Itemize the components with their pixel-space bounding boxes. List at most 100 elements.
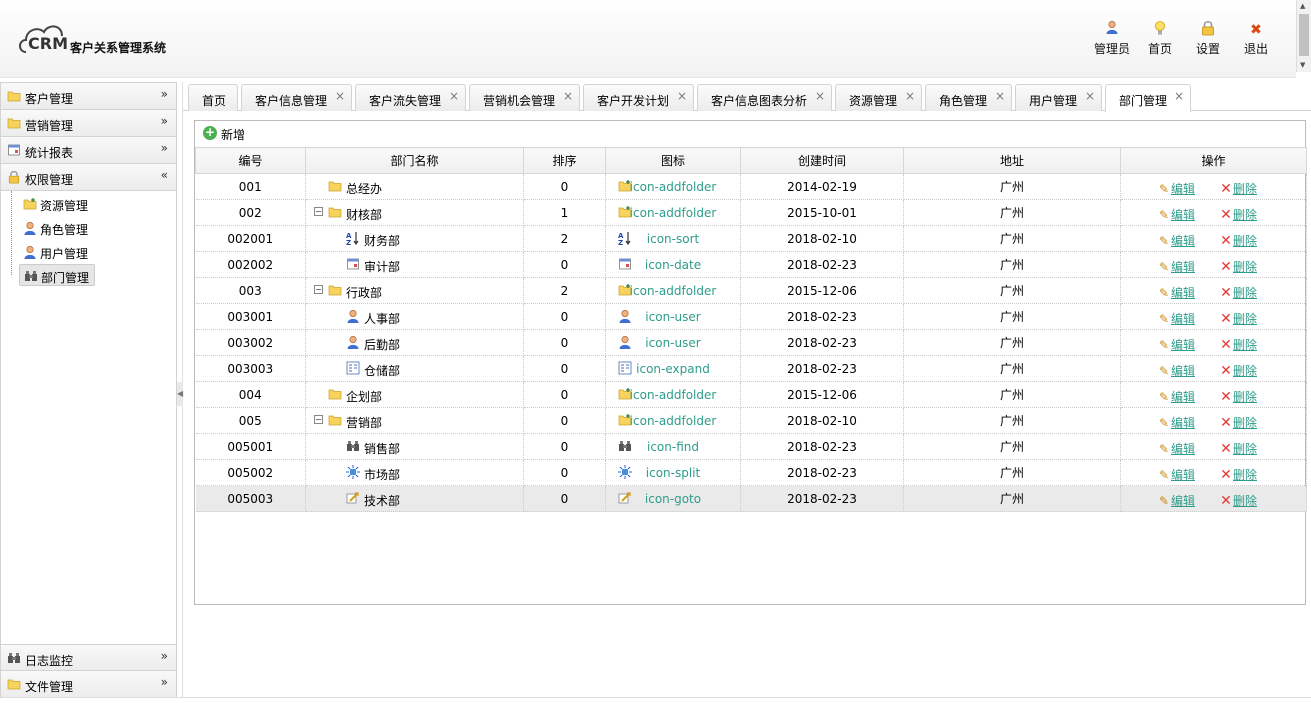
delete-link[interactable]: ✕删除 — [1219, 414, 1257, 431]
delete-link[interactable]: ✕删除 — [1219, 466, 1257, 483]
edit-link[interactable]: ✎ 编辑 — [1157, 336, 1195, 353]
table-row[interactable]: 003003 仓储部 0 icon-expand 2018-02-23 广州 ✎… — [195, 355, 1307, 382]
column-header-name[interactable]: 部门名称 — [305, 147, 524, 174]
tab-close-icon[interactable]: × — [1174, 89, 1184, 103]
table-row[interactable]: 005003 技术部 0 icon-goto 2018-02-23 广州 ✎ 编辑… — [195, 485, 1307, 512]
column-header-actions[interactable]: 操作 — [1120, 147, 1307, 174]
column-header-address[interactable]: 地址 — [903, 147, 1121, 174]
column-header-sort[interactable]: 排序 — [523, 147, 606, 174]
tab-close-icon[interactable]: × — [449, 89, 459, 103]
department-name: 审计部 — [364, 260, 401, 274]
tab-close-icon[interactable]: × — [677, 89, 687, 103]
tab-close-icon[interactable]: × — [563, 89, 573, 103]
add-icon: + — [203, 125, 217, 140]
sidebar: 客户管理 » 营销管理 » 统计报表 » 权限管理 « 资源管理 角色管理 用户… — [0, 82, 177, 698]
scrollbar-thumb[interactable] — [1299, 14, 1309, 56]
tab-customer-info[interactable]: 客户信息管理 × — [241, 84, 352, 111]
topnav-settings[interactable]: 设置 — [1184, 20, 1232, 57]
delete-link[interactable]: ✕删除 — [1219, 284, 1257, 301]
topnav-admin[interactable]: 管理员 — [1088, 20, 1136, 57]
table-row[interactable]: 005 − 营销部 0 icon-addfolder 2018-02-10 广州 … — [195, 407, 1307, 434]
page-scrollbar[interactable]: ▲ ▼ — [1296, 0, 1311, 72]
column-header-code[interactable]: 编号 — [195, 147, 306, 174]
edit-label: 编辑 — [1171, 390, 1196, 404]
delete-link[interactable]: ✕删除 — [1219, 180, 1257, 197]
sidebar-section-files[interactable]: 文件管理 » — [1, 671, 176, 698]
sidebar-item-users[interactable]: 用户管理 — [19, 241, 95, 263]
sidebar-section-permissions[interactable]: 权限管理 « — [1, 164, 176, 191]
tab-sales-opportunity[interactable]: 营销机会管理 × — [469, 84, 580, 111]
cell-code: 005001 — [195, 433, 306, 460]
table-row[interactable]: 002002 审计部 0 icon-date 2018-02-23 广州 ✎ 编辑… — [195, 251, 1307, 278]
edit-link[interactable]: ✎ 编辑 — [1157, 466, 1195, 483]
icon-class-text: icon-user — [645, 310, 701, 324]
sidebar-section-logs[interactable]: 日志监控 » — [1, 644, 176, 671]
sidebar-section-customer[interactable]: 客户管理 » — [1, 83, 176, 110]
cell-address: 广州 — [903, 459, 1121, 486]
tab-resources[interactable]: 资源管理 × — [835, 84, 922, 111]
delete-link[interactable]: ✕删除 — [1219, 362, 1257, 379]
edit-link[interactable]: ✎ 编辑 — [1157, 258, 1195, 275]
pencil-icon: ✎ — [1158, 390, 1170, 404]
delete-link[interactable]: ✕删除 — [1219, 440, 1257, 457]
tab-customer-dev-plan[interactable]: 客户开发计划 × — [583, 84, 694, 111]
tab-users[interactable]: 用户管理 × — [1015, 84, 1102, 111]
column-header-icon[interactable]: 图标 — [605, 147, 741, 174]
delete-link[interactable]: ✕删除 — [1219, 232, 1257, 249]
delete-link[interactable]: ✕删除 — [1219, 388, 1257, 405]
delete-x-icon: ✕ — [1220, 311, 1232, 327]
edit-link[interactable]: ✎ 编辑 — [1157, 388, 1195, 405]
user-icon — [1088, 20, 1136, 40]
edit-link[interactable]: ✎ 编辑 — [1157, 206, 1195, 223]
scroll-down-arrow-icon[interactable]: ▼ — [1300, 61, 1305, 69]
find-icon — [346, 439, 360, 453]
sidebar-item-roles[interactable]: 角色管理 — [19, 217, 95, 239]
table-row[interactable]: 005002 市场部 0 icon-split 2018-02-23 广州 ✎ 编… — [195, 459, 1307, 486]
edit-link[interactable]: ✎ 编辑 — [1157, 310, 1195, 327]
delete-link[interactable]: ✕删除 — [1219, 336, 1257, 353]
tab-close-icon[interactable]: × — [335, 89, 345, 103]
table-row[interactable]: 005001 销售部 0 icon-find 2018-02-23 广州 ✎ 编辑… — [195, 433, 1307, 460]
delete-link[interactable]: ✕删除 — [1219, 206, 1257, 223]
tab-departments[interactable]: 部门管理 × — [1105, 84, 1191, 112]
tab-roles[interactable]: 角色管理 × — [925, 84, 1012, 111]
sidebar-item-departments[interactable]: 部门管理 — [19, 264, 95, 286]
cell-icon: icon-addfolder — [605, 407, 741, 434]
sidebar-section-marketing[interactable]: 营销管理 » — [1, 110, 176, 137]
sidebar-item-resources[interactable]: 资源管理 — [19, 193, 95, 215]
table-row[interactable]: 002 − 财核部 1 icon-addfolder 2015-10-01 广州 … — [195, 199, 1307, 226]
topnav-home[interactable]: 首页 — [1136, 20, 1184, 57]
delete-link[interactable]: ✕删除 — [1219, 492, 1257, 509]
edit-link[interactable]: ✎ 编辑 — [1157, 180, 1195, 197]
topnav-logout[interactable]: ✖ 退出 — [1232, 20, 1280, 57]
table-row[interactable]: 004 企划部 0 icon-addfolder 2015-12-06 广州 ✎… — [195, 381, 1307, 408]
delete-x-icon: ✕ — [1220, 441, 1232, 457]
delete-link[interactable]: ✕删除 — [1219, 258, 1257, 275]
edit-link[interactable]: ✎ 编辑 — [1157, 414, 1195, 431]
collapse-toggle-icon[interactable]: − — [314, 207, 323, 216]
delete-link[interactable]: ✕删除 — [1219, 310, 1257, 327]
scroll-up-arrow-icon[interactable]: ▲ — [1300, 2, 1305, 10]
tab-close-icon[interactable]: × — [905, 89, 915, 103]
department-name: 后勤部 — [364, 338, 401, 352]
tab-home[interactable]: 首页 — [188, 84, 238, 111]
tab-customer-loss[interactable]: 客户流失管理 × — [355, 84, 466, 111]
table-row[interactable]: 001 总经办 0 icon-addfolder 2014-02-19 广州 ✎… — [195, 173, 1307, 200]
collapse-toggle-icon[interactable]: − — [314, 285, 323, 294]
table-row[interactable]: 003 − 行政部 2 icon-addfolder 2015-12-06 广州 … — [195, 277, 1307, 304]
tab-close-icon[interactable]: × — [1085, 89, 1095, 103]
edit-link[interactable]: ✎ 编辑 — [1157, 232, 1195, 249]
sidebar-section-reports[interactable]: 统计报表 » — [1, 137, 176, 164]
tab-customer-chart[interactable]: 客户信息图表分析 × — [697, 84, 832, 111]
edit-link[interactable]: ✎ 编辑 — [1157, 284, 1195, 301]
edit-link[interactable]: ✎ 编辑 — [1157, 492, 1195, 509]
tab-close-icon[interactable]: × — [995, 89, 1005, 103]
edit-link[interactable]: ✎ 编辑 — [1157, 440, 1195, 457]
edit-link[interactable]: ✎ 编辑 — [1157, 362, 1195, 379]
tab-close-icon[interactable]: × — [815, 89, 825, 103]
column-header-created[interactable]: 创建时间 — [740, 147, 904, 174]
table-row[interactable]: 003001 人事部 0 icon-user 2018-02-23 广州 ✎ 编辑… — [195, 303, 1307, 330]
table-row[interactable]: 003002 后勤部 0 icon-user 2018-02-23 广州 ✎ 编辑… — [195, 329, 1307, 356]
collapse-toggle-icon[interactable]: − — [314, 415, 323, 424]
table-row[interactable]: 002001 A Z 财务部 2 A Zicon-sort 2018-02-10 广州… — [195, 225, 1307, 252]
